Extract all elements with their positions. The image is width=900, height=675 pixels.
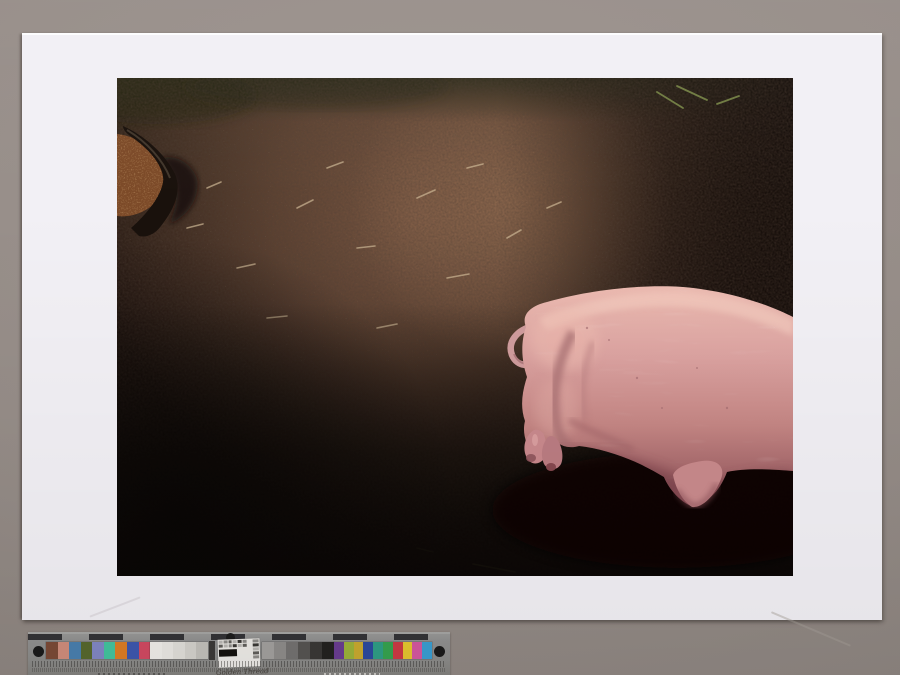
- pig-hoof-tip: [526, 454, 536, 462]
- color-patch: [150, 642, 162, 659]
- color-patch: [412, 642, 422, 659]
- color-patch: [373, 642, 383, 659]
- color-patch: [127, 642, 139, 659]
- gray-ramp-dark: [262, 642, 334, 659]
- paper-crease: [89, 596, 140, 617]
- color-patch: [334, 642, 344, 659]
- color-patch: [354, 642, 364, 659]
- registration-dot-left: [33, 646, 44, 657]
- pig-hoof-tip: [546, 463, 556, 471]
- color-patch: [310, 642, 322, 659]
- gray-ramp-light: [150, 642, 208, 659]
- color-patch: [69, 642, 81, 659]
- color-patch: [139, 642, 151, 659]
- photograph: [117, 78, 793, 576]
- color-patch: [363, 642, 373, 659]
- color-patch: [185, 642, 197, 659]
- ruler-ticks: [32, 661, 446, 667]
- color-patch: [92, 642, 104, 659]
- color-patch: [196, 642, 208, 659]
- color-patch: [393, 642, 403, 659]
- pig-trotter-highlight: [532, 434, 538, 446]
- color-patch: [104, 642, 116, 659]
- color-patch: [81, 642, 93, 659]
- color-patch: [344, 642, 354, 659]
- digitization-backdrop: Golden Thread: [0, 0, 900, 675]
- color-patch: [274, 642, 286, 659]
- color-patch: [115, 642, 127, 659]
- color-patch: [173, 642, 185, 659]
- color-patch: [403, 642, 413, 659]
- ruler-separator: [209, 641, 215, 660]
- ruler-script-label: Golden Thread: [216, 667, 269, 675]
- target-density-bar: [219, 649, 237, 657]
- color-patch: [422, 642, 432, 659]
- color-patch: [262, 642, 274, 659]
- pig: [492, 286, 793, 568]
- color-patches-left: [46, 642, 150, 659]
- color-patch: [286, 642, 298, 659]
- photo-print-paper: [22, 33, 882, 620]
- color-patch: [383, 642, 393, 659]
- color-patch: [58, 642, 70, 659]
- calibration-ruler: Golden Thread: [28, 632, 450, 675]
- color-patch: [298, 642, 310, 659]
- registration-dot-right: [434, 646, 445, 657]
- photo-artwork: [117, 78, 793, 576]
- target-mini-column: [253, 639, 260, 658]
- target-mini-patches: [219, 640, 247, 648]
- color-patches-right: [334, 642, 432, 659]
- color-patch: [322, 642, 334, 659]
- color-patch: [162, 642, 174, 659]
- color-patch: [46, 642, 58, 659]
